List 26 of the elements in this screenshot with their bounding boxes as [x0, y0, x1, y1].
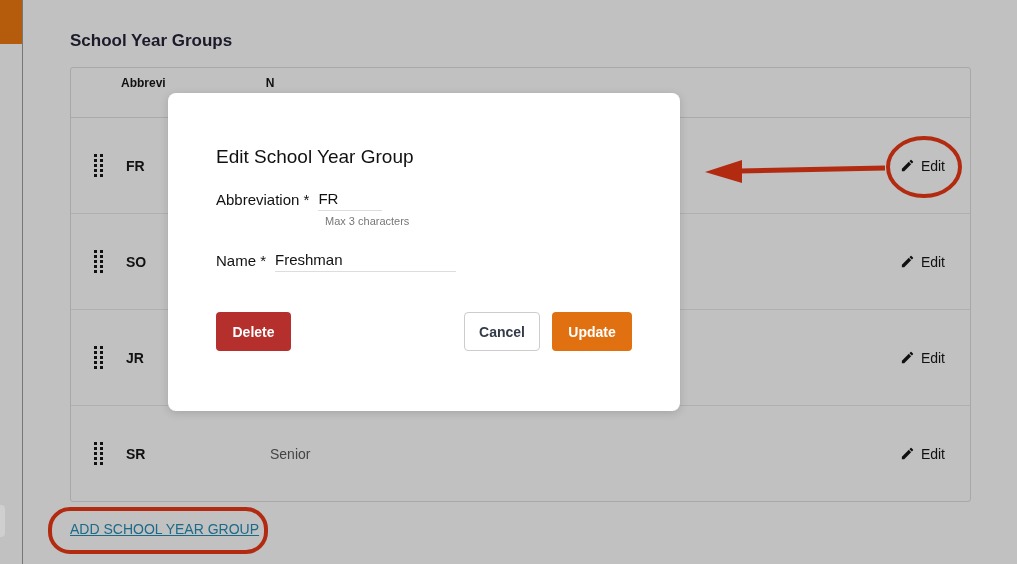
- field-label: Name *: [216, 252, 267, 269]
- drag-handle-icon[interactable]: [94, 250, 103, 273]
- dialog-title: Edit School Year Group: [216, 146, 415, 168]
- table-cell: SR: [126, 445, 146, 462]
- section-title: School Year Groups: [70, 31, 234, 51]
- dialog-button[interactable]: Delete: [216, 312, 291, 351]
- drag-handle-icon[interactable]: [94, 346, 103, 369]
- pencil-icon: [899, 158, 915, 173]
- dialog-button[interactable]: Cancel: [464, 312, 540, 351]
- edit-button[interactable]: Edit: [897, 347, 947, 368]
- drag-handle-icon[interactable]: [94, 442, 103, 465]
- edit-button[interactable]: Edit: [897, 155, 947, 176]
- table-cell: JR: [126, 349, 144, 366]
- pencil-icon: [899, 254, 915, 269]
- drag-handle-icon[interactable]: [94, 154, 103, 177]
- column-header: N: [265, 76, 275, 90]
- edit-button[interactable]: Edit: [897, 443, 947, 464]
- field-label: Abbreviation *: [216, 191, 310, 208]
- field-hint: Max 3 characters: [325, 215, 411, 227]
- pencil-icon: [899, 350, 915, 365]
- pencil-icon: [899, 446, 915, 461]
- table-cell: FR: [126, 157, 145, 174]
- column-header: Abbrevi: [121, 76, 166, 90]
- table-cell: SO: [126, 253, 147, 270]
- table-cell: Senior: [270, 445, 311, 462]
- edit-button[interactable]: Edit: [897, 251, 947, 272]
